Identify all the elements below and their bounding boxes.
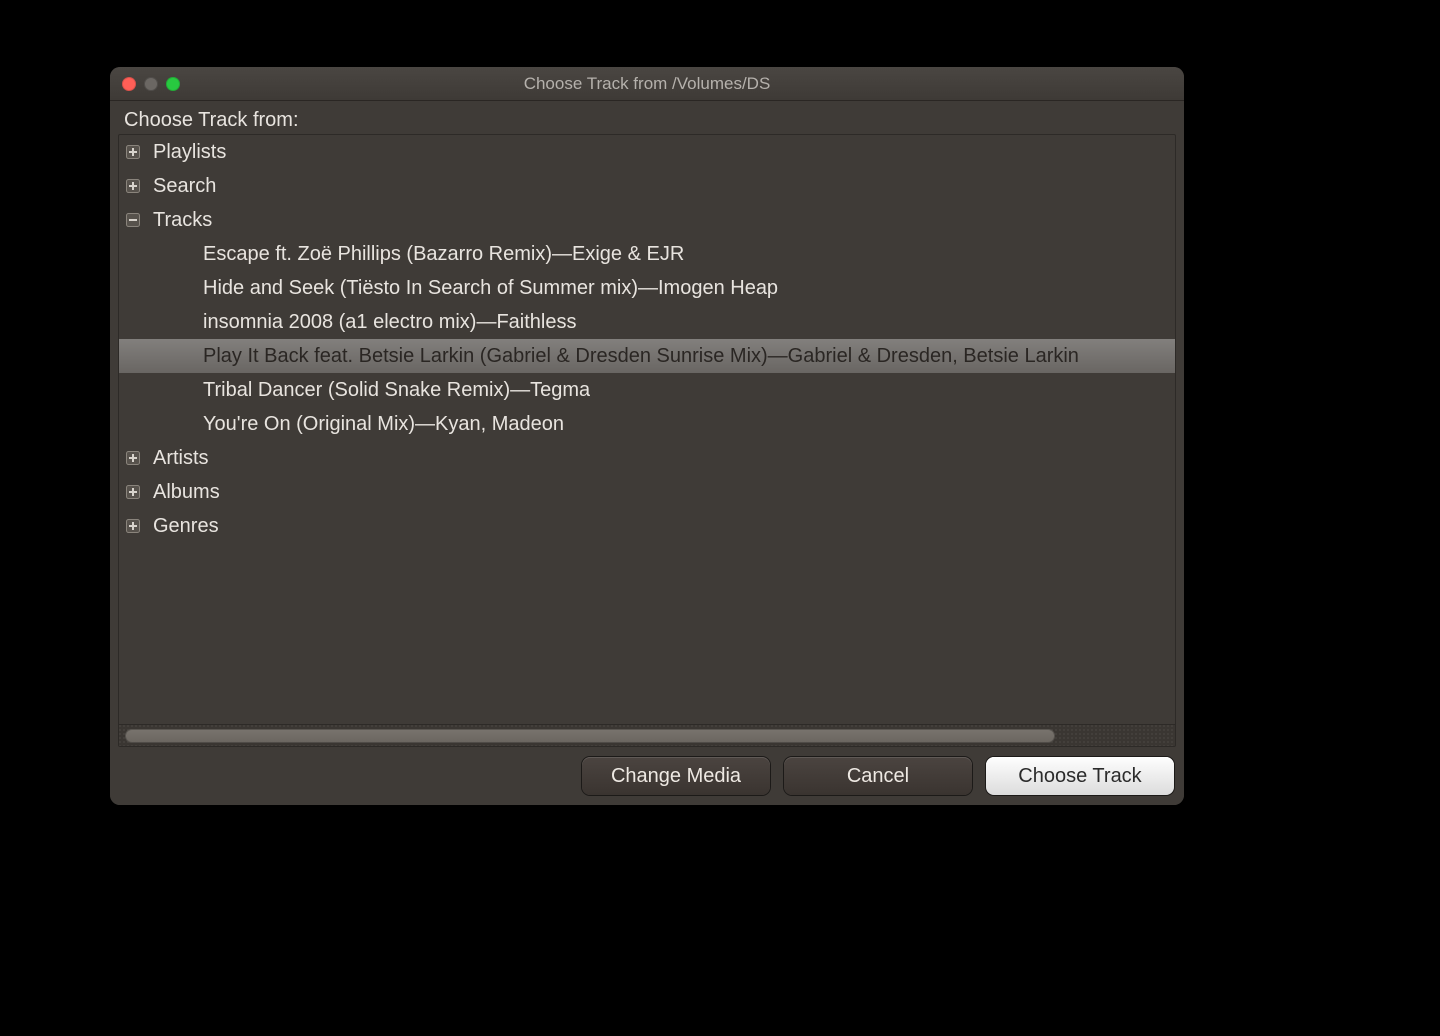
track-item[interactable]: Hide and Seek (Tiësto In Search of Summe… — [119, 271, 1175, 305]
track-item[interactable]: Tribal Dancer (Solid Snake Remix)—Tegma — [119, 373, 1175, 407]
expand-icon[interactable] — [125, 518, 141, 534]
collapse-icon[interactable] — [125, 212, 141, 228]
tree-node-search[interactable]: Search — [119, 169, 1175, 203]
indent-spacer — [125, 348, 141, 364]
tree-node-tracks[interactable]: Tracks — [119, 203, 1175, 237]
choose-track-button[interactable]: Choose Track — [986, 757, 1174, 795]
track-item-label: Escape ft. Zoë Phillips (Bazarro Remix)—… — [203, 243, 684, 266]
track-item[interactable]: insomnia 2008 (a1 electro mix)—Faithless — [119, 305, 1175, 339]
expand-icon[interactable] — [125, 450, 141, 466]
track-tree: Playlists Search Tracks Escape ft. Zoë Phil… — [118, 134, 1176, 747]
change-media-button[interactable]: Change Media — [582, 757, 770, 795]
expand-icon[interactable] — [125, 178, 141, 194]
track-item[interactable]: You're On (Original Mix)—Kyan, Madeon — [119, 407, 1175, 441]
track-item-label: Hide and Seek (Tiësto In Search of Summe… — [203, 277, 778, 300]
cancel-button[interactable]: Cancel — [784, 757, 972, 795]
minimize-window-button — [144, 77, 158, 91]
horizontal-scrollbar-thumb[interactable] — [125, 729, 1055, 743]
track-item-label: insomnia 2008 (a1 electro mix)—Faithless — [203, 311, 577, 334]
tree-node-label: Tracks — [153, 209, 212, 232]
tree-node-label: Search — [153, 175, 216, 198]
track-item[interactable]: Play It Back feat. Betsie Larkin (Gabrie… — [119, 339, 1175, 373]
indent-spacer — [125, 246, 141, 262]
horizontal-scrollbar-track[interactable] — [119, 724, 1175, 746]
close-window-button[interactable] — [122, 77, 136, 91]
dialog-body: Choose Track from: Playlists Search Tracks… — [110, 101, 1184, 805]
tree-node-label: Playlists — [153, 141, 226, 164]
dialog-button-row: Change Media Cancel Choose Track — [118, 747, 1176, 795]
track-item-label: Tribal Dancer (Solid Snake Remix)—Tegma — [203, 379, 590, 402]
indent-spacer — [125, 280, 141, 296]
track-tree-viewport: Playlists Search Tracks Escape ft. Zoë Phil… — [119, 135, 1175, 724]
expand-icon[interactable] — [125, 144, 141, 160]
tree-node-artists[interactable]: Artists — [119, 441, 1175, 475]
track-item-label: You're On (Original Mix)—Kyan, Madeon — [203, 413, 564, 436]
tree-node-label: Artists — [153, 447, 209, 470]
track-item-label: Play It Back feat. Betsie Larkin (Gabrie… — [203, 345, 1079, 368]
tree-node-genres[interactable]: Genres — [119, 509, 1175, 543]
window-controls — [122, 77, 180, 91]
indent-spacer — [125, 382, 141, 398]
tree-node-label: Genres — [153, 515, 219, 538]
titlebar: Choose Track from /Volumes/DS — [110, 67, 1184, 101]
indent-spacer — [125, 416, 141, 432]
tree-node-label: Albums — [153, 481, 220, 504]
expand-icon[interactable] — [125, 484, 141, 500]
choose-track-window: Choose Track from /Volumes/DS Choose Tra… — [110, 67, 1184, 805]
panel-heading: Choose Track from: — [118, 105, 1176, 134]
track-item[interactable]: Escape ft. Zoë Phillips (Bazarro Remix)—… — [119, 237, 1175, 271]
tree-node-playlists[interactable]: Playlists — [119, 135, 1175, 169]
indent-spacer — [125, 314, 141, 330]
zoom-window-button[interactable] — [166, 77, 180, 91]
window-title: Choose Track from /Volumes/DS — [110, 74, 1184, 94]
tree-node-albums[interactable]: Albums — [119, 475, 1175, 509]
